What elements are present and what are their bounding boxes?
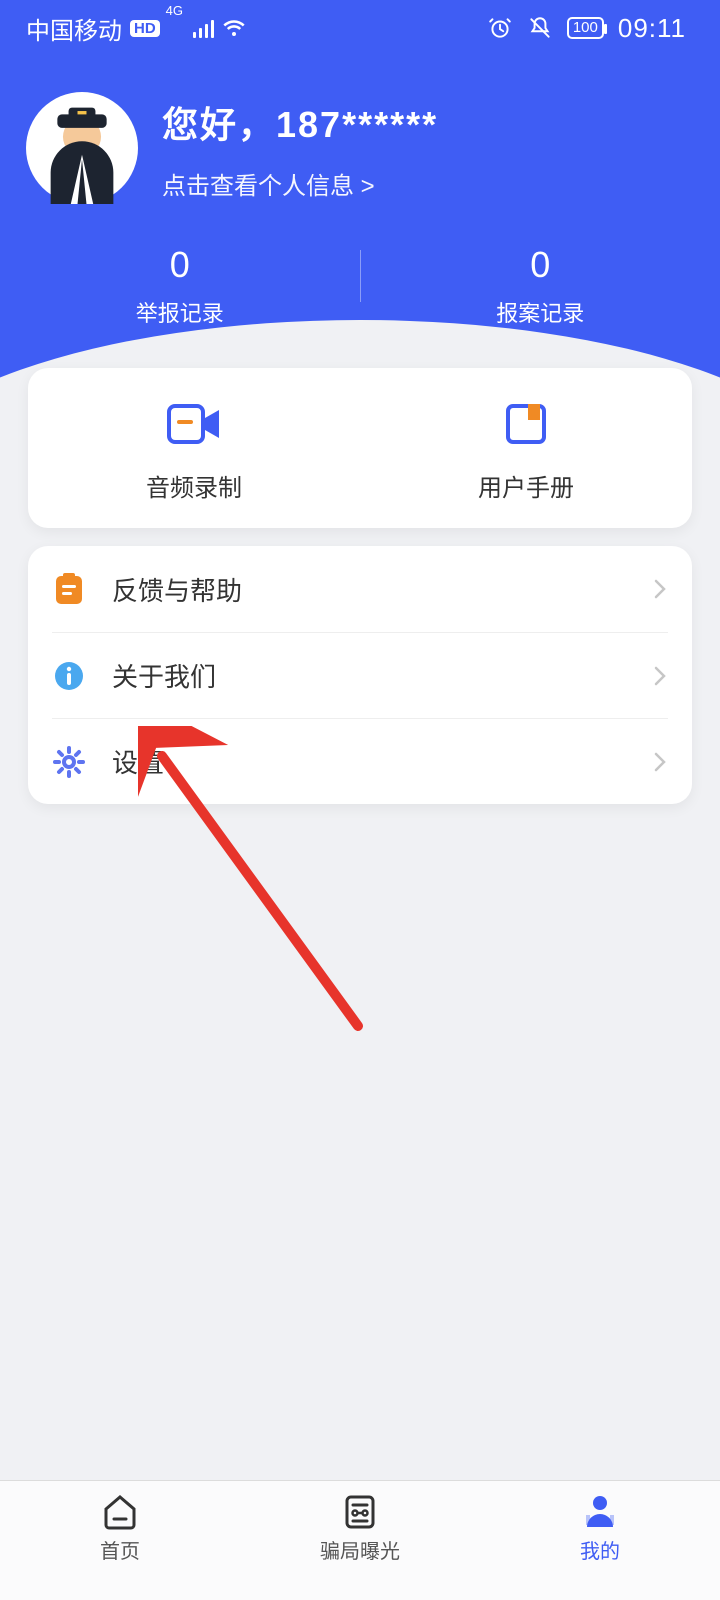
profile-header[interactable]: 您好，187****** 点击查看个人信息 > <box>26 92 438 204</box>
tool-user-manual[interactable]: 用户手册 <box>360 368 692 528</box>
network-type: 4G <box>166 3 183 18</box>
tool-label: 音频录制 <box>146 468 242 503</box>
chevron-right-icon <box>652 664 668 688</box>
clipboard-icon <box>52 572 86 606</box>
news-icon <box>340 1491 380 1531</box>
nav-exposure[interactable]: 骗局曝光 <box>240 1481 480 1574</box>
stats-row: 0 举报记录 0 报案记录 <box>0 244 720 328</box>
menu-settings[interactable]: 设置 <box>52 718 668 804</box>
carrier-label: 中国移动 <box>26 11 122 46</box>
stat-value: 0 <box>361 244 720 286</box>
battery-indicator: 100 <box>567 17 604 39</box>
tool-audio-record[interactable]: 音频录制 <box>28 368 360 528</box>
status-bar: 中国移动 HD 4G 100 09:11 <box>0 0 720 56</box>
alarm-icon <box>487 15 513 41</box>
home-icon <box>100 1491 140 1531</box>
menu-card: 反馈与帮助 关于我们 设置 <box>28 546 692 804</box>
nav-mine[interactable]: 我的 <box>480 1481 720 1574</box>
gear-icon <box>52 745 86 779</box>
stat-label: 报案记录 <box>361 296 720 328</box>
info-icon <box>52 659 86 693</box>
menu-feedback[interactable]: 反馈与帮助 <box>52 546 668 632</box>
signal-icon <box>193 18 214 38</box>
nav-label: 骗局曝光 <box>320 1535 400 1564</box>
profile-subtitle: 点击查看个人信息 > <box>162 166 438 201</box>
menu-label: 设置 <box>112 743 652 780</box>
chevron-right-icon <box>652 577 668 601</box>
clock: 09:11 <box>618 13 686 44</box>
menu-about[interactable]: 关于我们 <box>52 632 668 718</box>
menu-label: 反馈与帮助 <box>112 571 652 608</box>
stat-value: 0 <box>0 244 360 286</box>
nav-home[interactable]: 首页 <box>0 1481 240 1574</box>
stat-case[interactable]: 0 报案记录 <box>361 244 720 328</box>
hd-badge: HD <box>130 20 160 37</box>
nav-label: 我的 <box>580 1535 620 1564</box>
avatar <box>26 92 138 204</box>
chevron-right-icon <box>652 750 668 774</box>
tools-card: 音频录制 用户手册 <box>28 368 692 528</box>
menu-label: 关于我们 <box>112 657 652 694</box>
mute-bell-icon <box>527 15 553 41</box>
person-icon <box>580 1491 620 1531</box>
greeting-text: 您好，187****** <box>162 96 438 148</box>
wifi-icon <box>222 16 246 40</box>
book-icon <box>496 394 556 454</box>
bottom-nav: 首页 骗局曝光 我的 <box>0 1480 720 1600</box>
stat-report[interactable]: 0 举报记录 <box>0 244 360 328</box>
nav-label: 首页 <box>100 1535 140 1564</box>
stat-label: 举报记录 <box>0 296 360 328</box>
video-record-icon <box>164 394 224 454</box>
tool-label: 用户手册 <box>478 468 574 503</box>
